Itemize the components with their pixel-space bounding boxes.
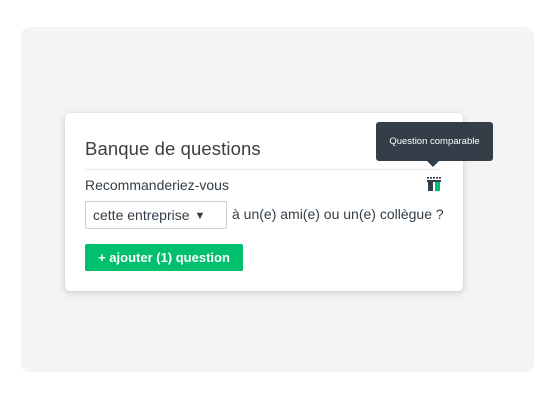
question-text-end: à un(e) ami(e) ou un(e) collègue ?: [232, 206, 444, 222]
tooltip: Question comparable: [376, 122, 493, 161]
card-title: Banque de questions: [85, 138, 261, 159]
add-question-button[interactable]: + ajouter (1) question: [85, 244, 243, 271]
benchmark-chart-icon: [427, 177, 441, 191]
divider: [85, 169, 441, 170]
tooltip-arrow: [427, 161, 439, 167]
dropdown-value: cette entreprise: [93, 207, 190, 223]
caret-down-icon: ▼: [194, 210, 206, 222]
company-dropdown[interactable]: cette entreprise ▼: [85, 201, 227, 229]
question-text-start: Recommanderiez-vous: [85, 177, 229, 193]
benchmark-icon[interactable]: [427, 177, 441, 191]
